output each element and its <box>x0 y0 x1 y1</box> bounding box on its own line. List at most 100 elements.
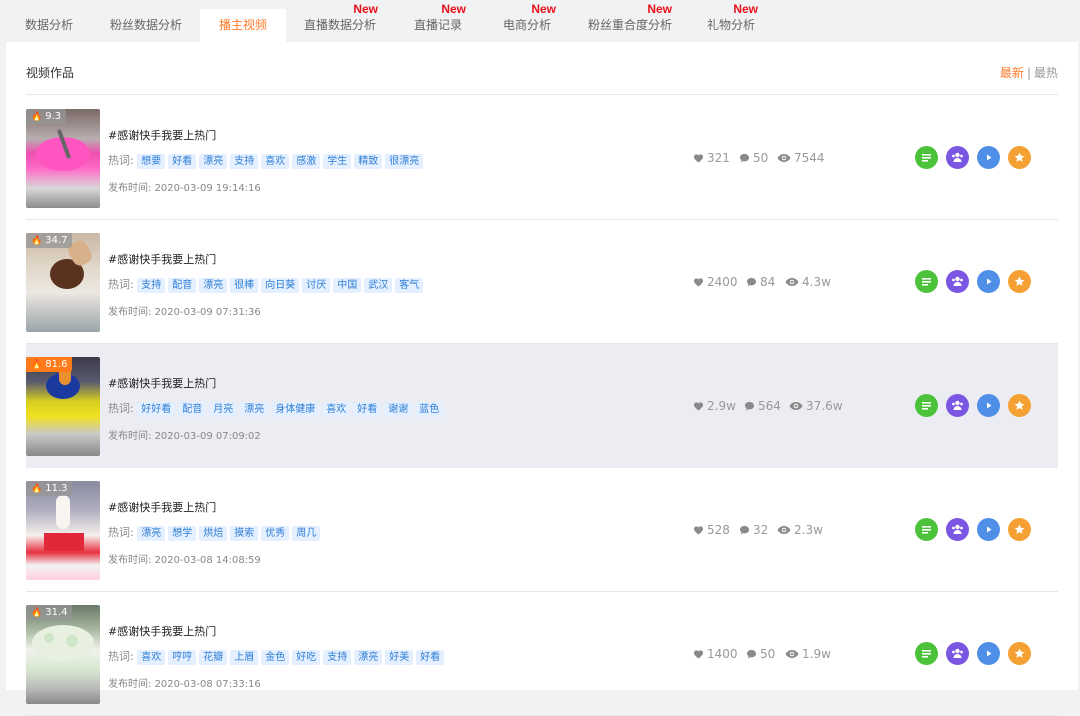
audience-button[interactable] <box>946 642 969 665</box>
hot-word-tag[interactable]: 支持 <box>323 649 352 665</box>
video-row[interactable]: 🔥 81.6 #感谢快手我要上热门 热词: 好好看 配音 月亮 漂亮 身体健康 喜欢 好看 谢谢 蓝色… <box>26 344 1058 468</box>
hot-word-tag[interactable]: 蓝色 <box>415 401 444 417</box>
hot-word-tag[interactable]: 感激 <box>292 153 321 169</box>
favorite-button[interactable] <box>1008 146 1031 169</box>
view-count: 2.3w <box>777 523 823 538</box>
video-thumbnail[interactable]: 🔥 34.7 <box>26 233 100 332</box>
tab-ecommerce[interactable]: 电商分析 New <box>482 3 572 42</box>
flame-icon: 🔥 <box>31 608 43 618</box>
hot-word-tag[interactable]: 支持 <box>137 277 166 293</box>
hot-words: 热词: 漂亮 想学 烘焙 摸索 优秀 周几 <box>108 524 323 541</box>
hot-word-tag[interactable]: 花瓣 <box>199 649 228 665</box>
hot-word-tag[interactable]: 漂亮 <box>137 525 166 541</box>
hot-word-tag[interactable]: 配音 <box>178 401 207 417</box>
hot-word-tag[interactable]: 月亮 <box>209 401 238 417</box>
video-title[interactable]: #感谢快手我要上热门 <box>108 623 216 639</box>
audience-button[interactable] <box>946 518 969 541</box>
hot-word-tag[interactable]: 好看 <box>353 401 382 417</box>
video-title[interactable]: #感谢快手我要上热门 <box>108 375 216 391</box>
hot-word-tag[interactable]: 很漂亮 <box>385 153 424 169</box>
tab-label: 粉丝重合度分析 <box>587 18 672 32</box>
hot-word-tag[interactable]: 想要 <box>137 153 166 169</box>
hot-word-tag[interactable]: 周几 <box>292 525 321 541</box>
panel-title: 视频作品 <box>26 66 75 80</box>
hot-word-tag[interactable]: 喜欢 <box>137 649 166 665</box>
hot-word-tag[interactable]: 摸索 <box>230 525 259 541</box>
hot-word-tag[interactable]: 配音 <box>168 277 197 293</box>
video-title[interactable]: #感谢快手我要上热门 <box>108 251 216 267</box>
detail-button[interactable] <box>915 642 938 665</box>
hot-word-tag[interactable]: 好美 <box>385 649 414 665</box>
hot-word-tag[interactable]: 向日葵 <box>261 277 300 293</box>
tab-anchor-videos[interactable]: 播主视频 <box>200 9 286 42</box>
video-row[interactable]: 🔥 31.4 #感谢快手我要上热门 热词: 喜欢 哼哼 花瓣 上眉 金色 好吃 支持 漂亮 好美 好看发… <box>26 592 1058 716</box>
video-thumbnail[interactable]: 🔥 81.6 <box>26 357 100 456</box>
video-thumbnail[interactable]: 🔥 9.3 <box>26 109 100 208</box>
hot-word-tag[interactable]: 漂亮 <box>354 649 383 665</box>
new-badge: New <box>733 2 758 16</box>
hot-word-tag[interactable]: 好吃 <box>292 649 321 665</box>
hot-word-tag[interactable]: 漂亮 <box>199 277 228 293</box>
video-thumbnail[interactable]: 🔥 11.3 <box>26 481 100 580</box>
video-title[interactable]: #感谢快手我要上热门 <box>108 499 216 515</box>
play-button[interactable] <box>977 642 1000 665</box>
tab-live-analysis[interactable]: 直播数据分析 New <box>286 3 394 42</box>
hot-word-tag[interactable]: 中国 <box>333 277 362 293</box>
hot-word-tag[interactable]: 精致 <box>354 153 383 169</box>
detail-button[interactable] <box>915 394 938 417</box>
hot-score: 11.3 <box>45 483 68 494</box>
tab-data-analysis[interactable]: 数据分析 <box>6 9 92 42</box>
hot-word-tag[interactable]: 身体健康 <box>271 401 320 417</box>
video-row[interactable]: 🔥 9.3 #感谢快手我要上热门 热词: 想要 好看 漂亮 支持 喜欢 感激 学生 精致 很漂亮 发布时… <box>26 96 1058 220</box>
video-row[interactable]: 🔥 11.3 #感谢快手我要上热门 热词: 漂亮 想学 烘焙 摸索 优秀 周几 发布时间: 202… <box>26 468 1058 592</box>
hot-word-tag[interactable]: 好好看 <box>137 401 176 417</box>
play-button[interactable] <box>977 270 1000 293</box>
hot-word-tag[interactable]: 漂亮 <box>240 401 269 417</box>
detail-button[interactable] <box>915 270 938 293</box>
detail-button[interactable] <box>915 518 938 541</box>
new-badge: New <box>531 2 556 16</box>
video-thumbnail[interactable]: 🔥 31.4 <box>26 605 100 704</box>
audience-button[interactable] <box>946 146 969 169</box>
hot-word-tag[interactable]: 很棒 <box>230 277 259 293</box>
play-button[interactable] <box>977 146 1000 169</box>
hot-word-tag[interactable]: 喜欢 <box>261 153 290 169</box>
hot-word-tag[interactable]: 武汉 <box>364 277 393 293</box>
hot-word-tag[interactable]: 喜欢 <box>322 401 351 417</box>
play-button[interactable] <box>977 394 1000 417</box>
hot-word-tag[interactable]: 哼哼 <box>168 649 197 665</box>
hot-word-tag[interactable]: 好看 <box>416 649 445 665</box>
tab-fans-analysis[interactable]: 粉丝数据分析 <box>92 9 200 42</box>
favorite-button[interactable] <box>1008 270 1031 293</box>
sort-latest[interactable]: 最新 <box>1000 66 1024 80</box>
hot-word-tag[interactable]: 漂亮 <box>199 153 228 169</box>
detail-button[interactable] <box>915 146 938 169</box>
comment-icon <box>746 276 757 290</box>
hot-word-tag[interactable]: 好看 <box>168 153 197 169</box>
play-button[interactable] <box>977 518 1000 541</box>
hot-word-tag[interactable]: 谢谢 <box>384 401 413 417</box>
sort-hot[interactable]: 最热 <box>1034 66 1058 80</box>
favorite-button[interactable] <box>1008 394 1031 417</box>
audience-button[interactable] <box>946 270 969 293</box>
tab-fans-overlap[interactable]: 粉丝重合度分析 New <box>572 3 688 42</box>
tab-gift-analysis[interactable]: 礼物分析 New <box>688 3 774 42</box>
hot-score-badge: 🔥 11.3 <box>26 481 73 496</box>
favorite-button[interactable] <box>1008 642 1031 665</box>
hot-word-tag[interactable]: 支持 <box>230 153 259 169</box>
tab-live-records[interactable]: 直播记录 New <box>394 3 482 42</box>
favorite-button[interactable] <box>1008 518 1031 541</box>
hot-word-tag[interactable]: 讨厌 <box>302 277 331 293</box>
hot-word-tag[interactable]: 想学 <box>168 525 197 541</box>
hot-word-tag[interactable]: 上眉 <box>230 649 259 665</box>
hot-word-tag[interactable]: 烘焙 <box>199 525 228 541</box>
audience-button[interactable] <box>946 394 969 417</box>
hot-word-tag[interactable]: 学生 <box>323 153 352 169</box>
hot-word-tag[interactable]: 客气 <box>395 277 424 293</box>
video-row[interactable]: 🔥 34.7 #感谢快手我要上热门 热词: 支持 配音 漂亮 很棒 向日葵 讨厌 中国 武汉 客气 发布… <box>26 220 1058 344</box>
video-title[interactable]: #感谢快手我要上热门 <box>108 127 216 143</box>
hot-word-tag[interactable]: 金色 <box>261 649 290 665</box>
sort-toggle: 最新 | 最热 <box>1000 64 1058 81</box>
tab-label: 直播数据分析 <box>303 18 376 32</box>
hot-word-tag[interactable]: 优秀 <box>261 525 290 541</box>
